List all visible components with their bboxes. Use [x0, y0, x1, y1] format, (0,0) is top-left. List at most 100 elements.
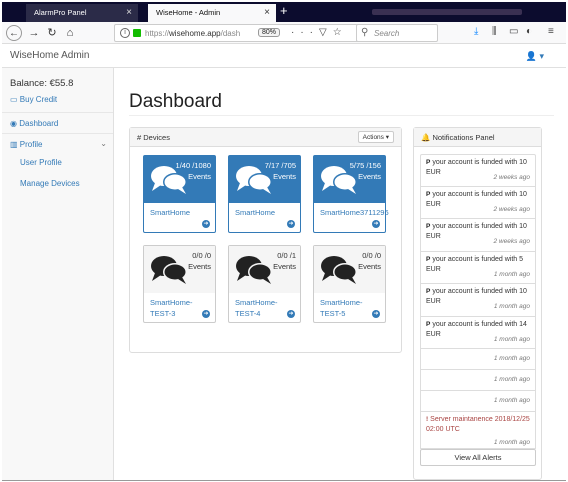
buy-credit-link[interactable]: ▭ Buy Credit [10, 95, 57, 104]
view-all-alerts-button[interactable]: View All Alerts [420, 449, 536, 466]
device-name-line: SmartHome- [235, 298, 278, 307]
bell-icon: 🔔 [421, 133, 431, 142]
arrow-circle-right-icon[interactable]: ➜ [287, 310, 295, 318]
site-info-icon[interactable]: i [120, 28, 130, 38]
url-text[interactable]: https://wisehome.app/dash [145, 29, 240, 38]
device-name-link[interactable]: SmartHome- TEST-3 [150, 297, 193, 319]
device-events-label: Events [188, 262, 211, 271]
sidebar-item-profile[interactable]: ▥ Profile ⌄ [2, 133, 113, 155]
comments-icon [151, 256, 187, 284]
balance-label: Balance: €55.8 [10, 78, 74, 89]
notification-item[interactable]: 1 month ago [420, 391, 536, 412]
browser-tab-bar: AlarmPro Panel × WiseHome - Admin × + [2, 2, 566, 22]
notification-time: 1 month ago [493, 376, 530, 383]
notification-item[interactable]: 1 month ago [420, 370, 536, 391]
close-tab-icon[interactable]: × [126, 7, 132, 18]
comments-icon [321, 256, 357, 284]
new-tab-button[interactable]: + [280, 3, 288, 18]
sidebar-item-user-profile[interactable]: User Profile [20, 158, 62, 167]
paypal-icon: P [426, 288, 431, 295]
sidebar: Balance: €55.8 ▭ Buy Credit ◉ Dashboard … [2, 68, 114, 480]
reload-icon[interactable]: ↻ [44, 25, 60, 41]
notification-item[interactable]: Pyour account is funded with 5 EUR 1 mon… [420, 251, 536, 284]
device-name-link[interactable]: SmartHome3711296 [320, 207, 389, 218]
close-tab-icon[interactable]: × [264, 7, 270, 18]
browser-tab-wisehome[interactable]: WiseHome - Admin × [148, 4, 276, 22]
device-card-header: 0/0 /1 Events [229, 246, 300, 293]
device-card-header: 7/17 /705 Events [229, 156, 300, 203]
lock-icon [133, 29, 141, 37]
device-card[interactable]: 5/75 /156 Events SmartHome3711296 ➜ [313, 155, 389, 233]
arrow-circle-right-icon[interactable]: ➜ [202, 220, 210, 228]
device-card-header: 5/75 /156 Events [314, 156, 385, 203]
search-icon: ⚲ [361, 27, 369, 38]
browser-nav-bar: ← → ↻ ⌂ i https://wisehome.app/dash 80% … [2, 22, 566, 44]
device-event-count: 0/0 /1 [277, 251, 296, 260]
notification-item[interactable]: Pyour account is funded with 10 EUR 1 mo… [420, 284, 536, 317]
arrow-circle-right-icon[interactable]: ➜ [372, 310, 380, 318]
download-icon[interactable]: ⤓ [474, 26, 478, 37]
dashboard-icon: ◉ [10, 119, 17, 128]
more-actions-icon: ··· [291, 27, 319, 38]
arrow-circle-right-icon[interactable]: ➜ [202, 310, 210, 318]
notification-time: 2 weeks ago [493, 238, 531, 245]
device-name-link[interactable]: SmartHome- TEST-4 [235, 297, 278, 319]
device-name-line: TEST-5 [320, 309, 346, 318]
search-placeholder: Search [374, 29, 400, 38]
extension-icon[interactable]: ◐ [526, 26, 532, 37]
device-card[interactable]: 0/0 /0 Events SmartHome- TEST-5 ➜ [313, 245, 386, 323]
device-card[interactable]: 0/0 /1 Events SmartHome- TEST-4 ➜ [228, 245, 301, 323]
url-bar[interactable]: i https://wisehome.app/dash 80% ···▽☆ [114, 24, 362, 42]
device-card[interactable]: 7/17 /705 Events SmartHome ➜ [228, 155, 301, 233]
devices-panel-heading: # Devices Actions ▾ [130, 128, 401, 147]
device-name-link[interactable]: SmartHome [150, 207, 190, 218]
notifications-panel: 🔔 Notifications Panel Pyour account is f… [413, 127, 542, 480]
notification-item[interactable]: Pyour account is funded with 10 EUR 2 we… [420, 219, 536, 252]
library-icon[interactable]: ⫼ [492, 26, 497, 37]
device-name-line: SmartHome- [150, 298, 193, 307]
device-name-line: TEST-3 [150, 309, 176, 318]
page-actions[interactable]: ···▽☆ [291, 27, 348, 38]
device-card[interactable]: 0/0 /0 Events SmartHome- TEST-3 ➜ [143, 245, 216, 323]
arrow-circle-right-icon[interactable]: ➜ [287, 220, 295, 228]
notification-item[interactable]: Pyour account is funded with 14 EUR 1 mo… [420, 316, 536, 349]
search-bar[interactable]: ⚲ Search [356, 24, 438, 42]
forward-arrow-icon[interactable]: → [26, 25, 42, 41]
devices-panel: # Devices Actions ▾ 1/40 /1080 Events Sm… [129, 127, 402, 353]
notification-item[interactable]: Pyour account is funded with 10 EUR 2 we… [420, 154, 536, 187]
device-events-label: Events [273, 172, 296, 181]
notification-item-alert[interactable]: ! Server maintanence 2018/12/25 02:00 UTC… [420, 412, 536, 449]
arrow-circle-right-icon[interactable]: ➜ [372, 220, 380, 228]
notification-text: Server maintanence 2018/12/25 02:00 UTC [426, 416, 530, 433]
device-card[interactable]: 1/40 /1080 Events SmartHome ➜ [143, 155, 216, 233]
home-icon[interactable]: ⌂ [62, 25, 78, 41]
sidebar-toggle-icon[interactable]: ▭ [509, 26, 518, 37]
hamburger-menu-icon[interactable]: ≡ [548, 26, 554, 37]
device-name-link[interactable]: SmartHome- TEST-5 [320, 297, 363, 319]
device-events-label: Events [358, 262, 381, 271]
actions-dropdown-button[interactable]: Actions ▾ [357, 131, 394, 143]
device-events-label: Events [358, 172, 381, 181]
browser-tab-alarmpro[interactable]: AlarmPro Panel × [26, 4, 138, 22]
url-path: /dash [220, 29, 241, 38]
hashtag-icon: # [137, 133, 142, 142]
device-event-count: 0/0 /0 [192, 251, 211, 260]
sidebar-item-manage-devices[interactable]: Manage Devices [20, 179, 80, 188]
device-event-count: 0/0 /0 [362, 251, 381, 260]
sidebar-item-dashboard[interactable]: ◉ Dashboard [2, 112, 113, 134]
device-name-link[interactable]: SmartHome [235, 207, 275, 218]
notification-item[interactable]: Pyour account is funded with 10 EUR 2 we… [420, 186, 536, 219]
app-header: WiseHome Admin 👤 ▾ [2, 44, 566, 68]
user-menu[interactable]: 👤 ▾ [526, 51, 544, 62]
notification-time: 2 weeks ago [493, 174, 531, 181]
device-events-label: Events [188, 172, 211, 181]
brand-title[interactable]: WiseHome Admin [10, 50, 89, 61]
notification-time: 1 month ago [493, 335, 530, 343]
zoom-level-badge[interactable]: 80% [258, 28, 281, 37]
chevron-down-icon: ⌄ [100, 139, 107, 148]
notification-item[interactable]: 1 month ago [420, 349, 536, 370]
main-content: Dashboard # Devices Actions ▾ 1/40 /1080… [115, 68, 566, 480]
back-arrow-icon[interactable]: ← [6, 25, 22, 41]
paypal-icon: P [426, 255, 431, 263]
device-card-header: 0/0 /0 Events [144, 246, 215, 293]
